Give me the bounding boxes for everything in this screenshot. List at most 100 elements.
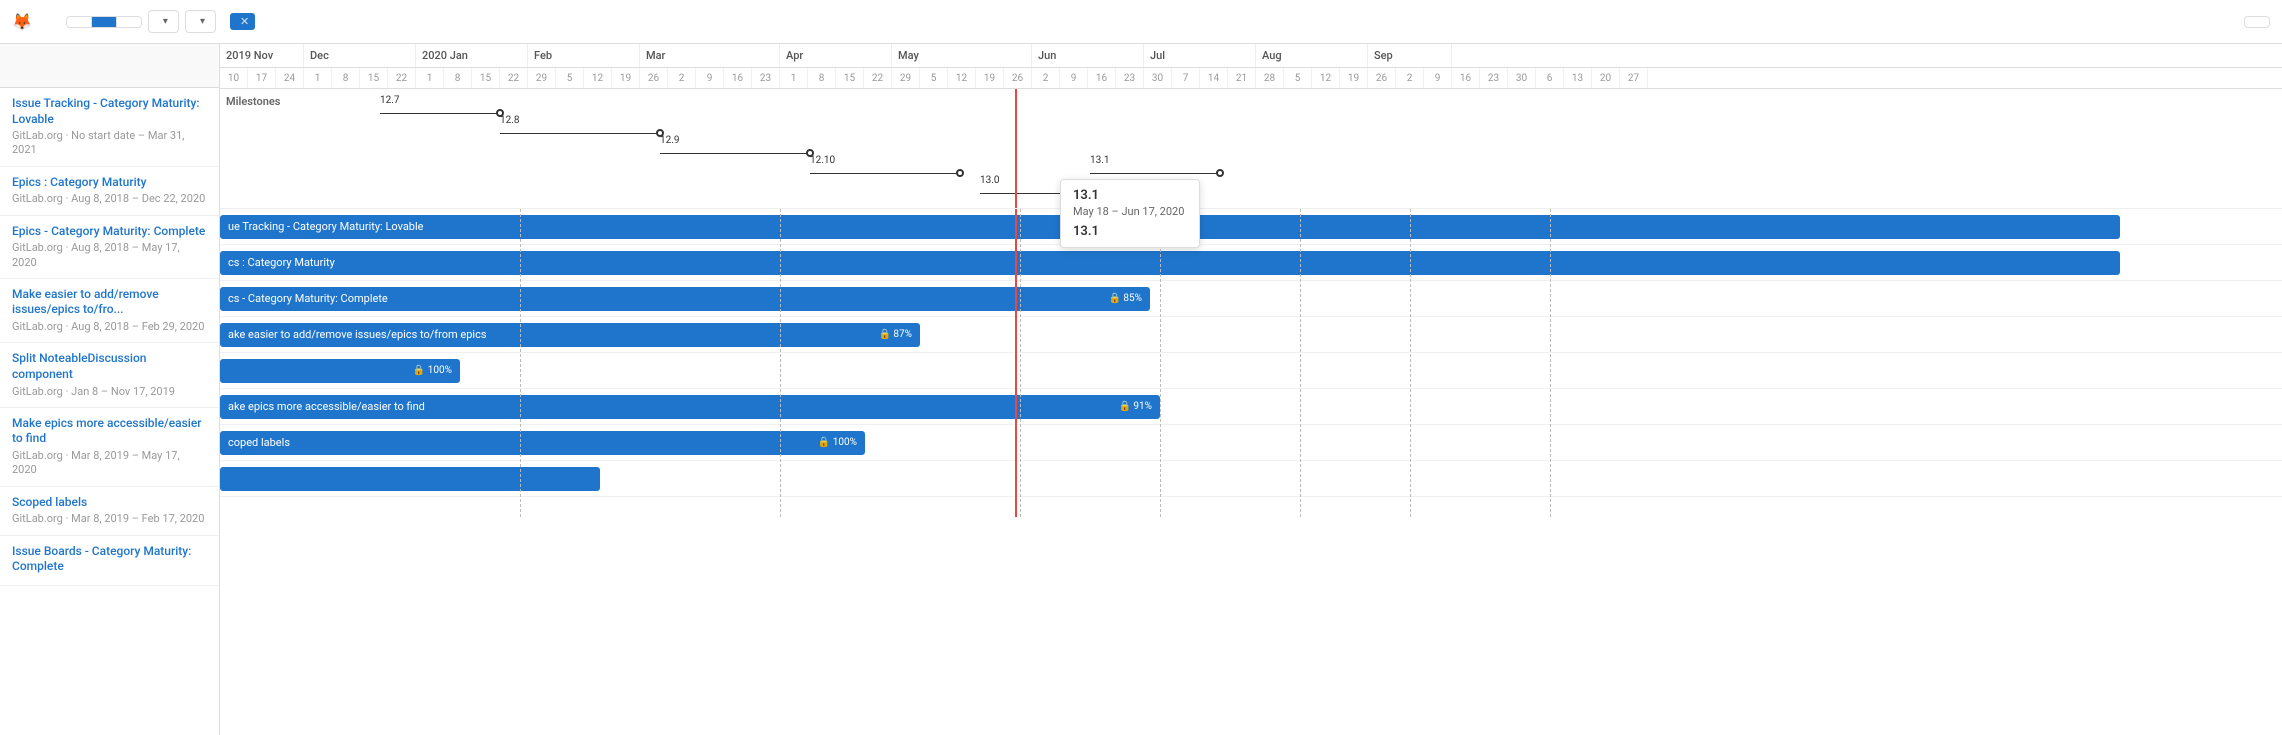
timeline-day: 27 [1620, 68, 1648, 88]
gantt-row[interactable]: 🔒 100% [220, 353, 2282, 389]
milestone-label: 12.8 [500, 115, 520, 126]
milestone-tooltip: 13.1 May 18 – Jun 17, 2020 13.1 [1060, 179, 1200, 248]
sidebar-item-title: Epics : Category Maturity [12, 175, 207, 191]
gantt-content: ue Tracking - Category Maturity: Lovable… [220, 209, 2282, 609]
sidebar-item[interactable]: Issue Tracking - Category Maturity: Lova… [0, 88, 219, 167]
timeline-day: 16 [1452, 68, 1480, 88]
timeline-day: 26 [640, 68, 668, 88]
timeline-month: Mar [640, 44, 780, 67]
main-container: Issue Tracking - Category Maturity: Lova… [0, 44, 2282, 735]
gantt-row[interactable]: cs : Category Maturity [220, 245, 2282, 281]
sidebar-item[interactable]: Split NoteableDiscussion component GitLa… [0, 343, 219, 407]
timeline-day: 2 [1396, 68, 1424, 88]
recent-searches-button[interactable]: ▾ [185, 10, 216, 33]
gantt-bar[interactable] [220, 467, 600, 491]
gantt-row[interactable]: coped labels🔒 100% [220, 425, 2282, 461]
timeline-day: 23 [1116, 68, 1144, 88]
gantt-area[interactable]: 2019 NovDec2020 JanFebMarAprMayJunJulAug… [220, 44, 2282, 735]
gantt-bar-text: ake epics more accessible/easier to find [228, 400, 425, 413]
milestones-label: Milestones [226, 95, 280, 108]
timeline-month: Jun [1032, 44, 1144, 67]
gantt-bar[interactable]: ake easier to add/remove issues/epics to… [220, 323, 920, 347]
timeline-day: 9 [696, 68, 724, 88]
vertical-grid-line [1300, 209, 1301, 517]
timeline-day: 20 [1592, 68, 1620, 88]
timeline-day: 2 [668, 68, 696, 88]
sidebar-item-meta: GitLab.org · Mar 8, 2019 – Feb 17, 2020 [12, 512, 207, 526]
timeline-month: Apr [780, 44, 892, 67]
timeline-day: 21 [1228, 68, 1256, 88]
vertical-grid-line [1160, 209, 1161, 517]
timeline-day: 12 [584, 68, 612, 88]
gantt-row[interactable]: ake epics more accessible/easier to find… [220, 389, 2282, 425]
gantt-bar-percent: 🔒 100% [405, 365, 452, 376]
milestone-label: 12.9 [660, 135, 680, 146]
timeline-day: 12 [948, 68, 976, 88]
timeline-day: 15 [360, 68, 388, 88]
sidebar-item[interactable]: Scoped labels GitLab.org · Mar 8, 2019 –… [0, 487, 219, 536]
sidebar: Issue Tracking - Category Maturity: Lova… [0, 44, 220, 735]
gantt-bar-text: ake easier to add/remove issues/epics to… [228, 328, 487, 341]
weeks-button[interactable] [117, 17, 141, 27]
gantt-row[interactable]: cs - Category Maturity: Complete🔒 85% [220, 281, 2282, 317]
label-tag-remove-icon[interactable]: ✕ [240, 15, 249, 28]
milestone-label: 12.10 [810, 155, 835, 166]
timeline-month: Jul [1144, 44, 1256, 67]
open-epics-button[interactable]: ▾ [148, 10, 179, 33]
sidebar-item-title: Split NoteableDiscussion component [12, 351, 207, 382]
gantt-bar[interactable]: 🔒 100% [220, 359, 460, 383]
timeline-day: 9 [1060, 68, 1088, 88]
timeline-day: 5 [1284, 68, 1312, 88]
sidebar-item[interactable]: Make easier to add/remove issues/epics t… [0, 279, 219, 343]
quarters-button[interactable] [67, 17, 92, 27]
gantt-bar[interactable]: cs : Category Maturity [220, 251, 2120, 275]
timeline-day: 1 [304, 68, 332, 88]
gantt-bar-percent: 🔒 91% [1111, 401, 1153, 412]
milestone-label: 13.0 [980, 175, 1000, 186]
timeline-day: 7 [1172, 68, 1200, 88]
sidebar-item-title: Issue Boards - Category Maturity: Comple… [12, 544, 207, 575]
gantt-row[interactable] [220, 461, 2282, 497]
timeline-day: 15 [836, 68, 864, 88]
timeline-months: 2019 NovDec2020 JanFebMarAprMayJunJulAug… [220, 44, 2282, 68]
sidebar-item[interactable]: Make epics more accessible/easier to fin… [0, 408, 219, 487]
timeline-day: 22 [388, 68, 416, 88]
sidebar-item[interactable]: Epics : Category Maturity GitLab.org · A… [0, 167, 219, 216]
gitlab-icon: 🦊 [12, 12, 32, 31]
gantt-bar-text: cs : Category Maturity [228, 256, 335, 269]
timeline-days: 1017241815221815222951219262916231815222… [220, 68, 2282, 88]
milestone-label: 12.7 [380, 95, 400, 106]
milestone-dot [956, 169, 964, 177]
gantt-bar[interactable]: cs - Category Maturity: Complete🔒 85% [220, 287, 1150, 311]
milestone-line [380, 113, 500, 114]
timeline-day: 19 [612, 68, 640, 88]
timeline-day: 22 [500, 68, 528, 88]
timeline-day: 14 [1200, 68, 1228, 88]
timeline-month: 2019 Nov [220, 44, 304, 67]
sidebar-item-meta: GitLab.org · Jan 8 – Nov 17, 2019 [12, 385, 207, 399]
timeline-day: 24 [276, 68, 304, 88]
sidebar-item[interactable]: Epics - Category Maturity: Complete GitL… [0, 216, 219, 279]
sidebar-item-meta: GitLab.org · Aug 8, 2018 – Feb 29, 2020 [12, 320, 207, 334]
timeline-month: 2020 Jan [416, 44, 528, 67]
breadcrumb: 🦊 [12, 12, 44, 31]
gantt-bar-text: coped labels [228, 436, 290, 449]
vertical-grid-line [1410, 209, 1411, 517]
months-button[interactable] [92, 17, 117, 27]
sidebar-item[interactable]: Issue Boards - Category Maturity: Comple… [0, 536, 219, 586]
milestone-dot [1216, 169, 1224, 177]
label-tag: ✕ [230, 13, 255, 30]
tooltip-label: 13.1 [1073, 224, 1187, 239]
tooltip-date: May 18 – Jun 17, 2020 [1073, 205, 1187, 218]
gantt-row[interactable]: ue Tracking - Category Maturity: Lovable [220, 209, 2282, 245]
timeline-day: 13 [1564, 68, 1592, 88]
gantt-bar[interactable]: ake epics more accessible/easier to find… [220, 395, 1160, 419]
start-date-button[interactable] [2244, 16, 2270, 28]
milestone-line [810, 173, 960, 174]
sidebar-item-title: Scoped labels [12, 495, 207, 511]
timeline-day: 16 [724, 68, 752, 88]
gantt-bar[interactable]: coped labels🔒 100% [220, 431, 865, 455]
gantt-row[interactable]: ake easier to add/remove issues/epics to… [220, 317, 2282, 353]
milestones-header [0, 44, 219, 88]
tooltip-title: 13.1 [1073, 188, 1187, 203]
